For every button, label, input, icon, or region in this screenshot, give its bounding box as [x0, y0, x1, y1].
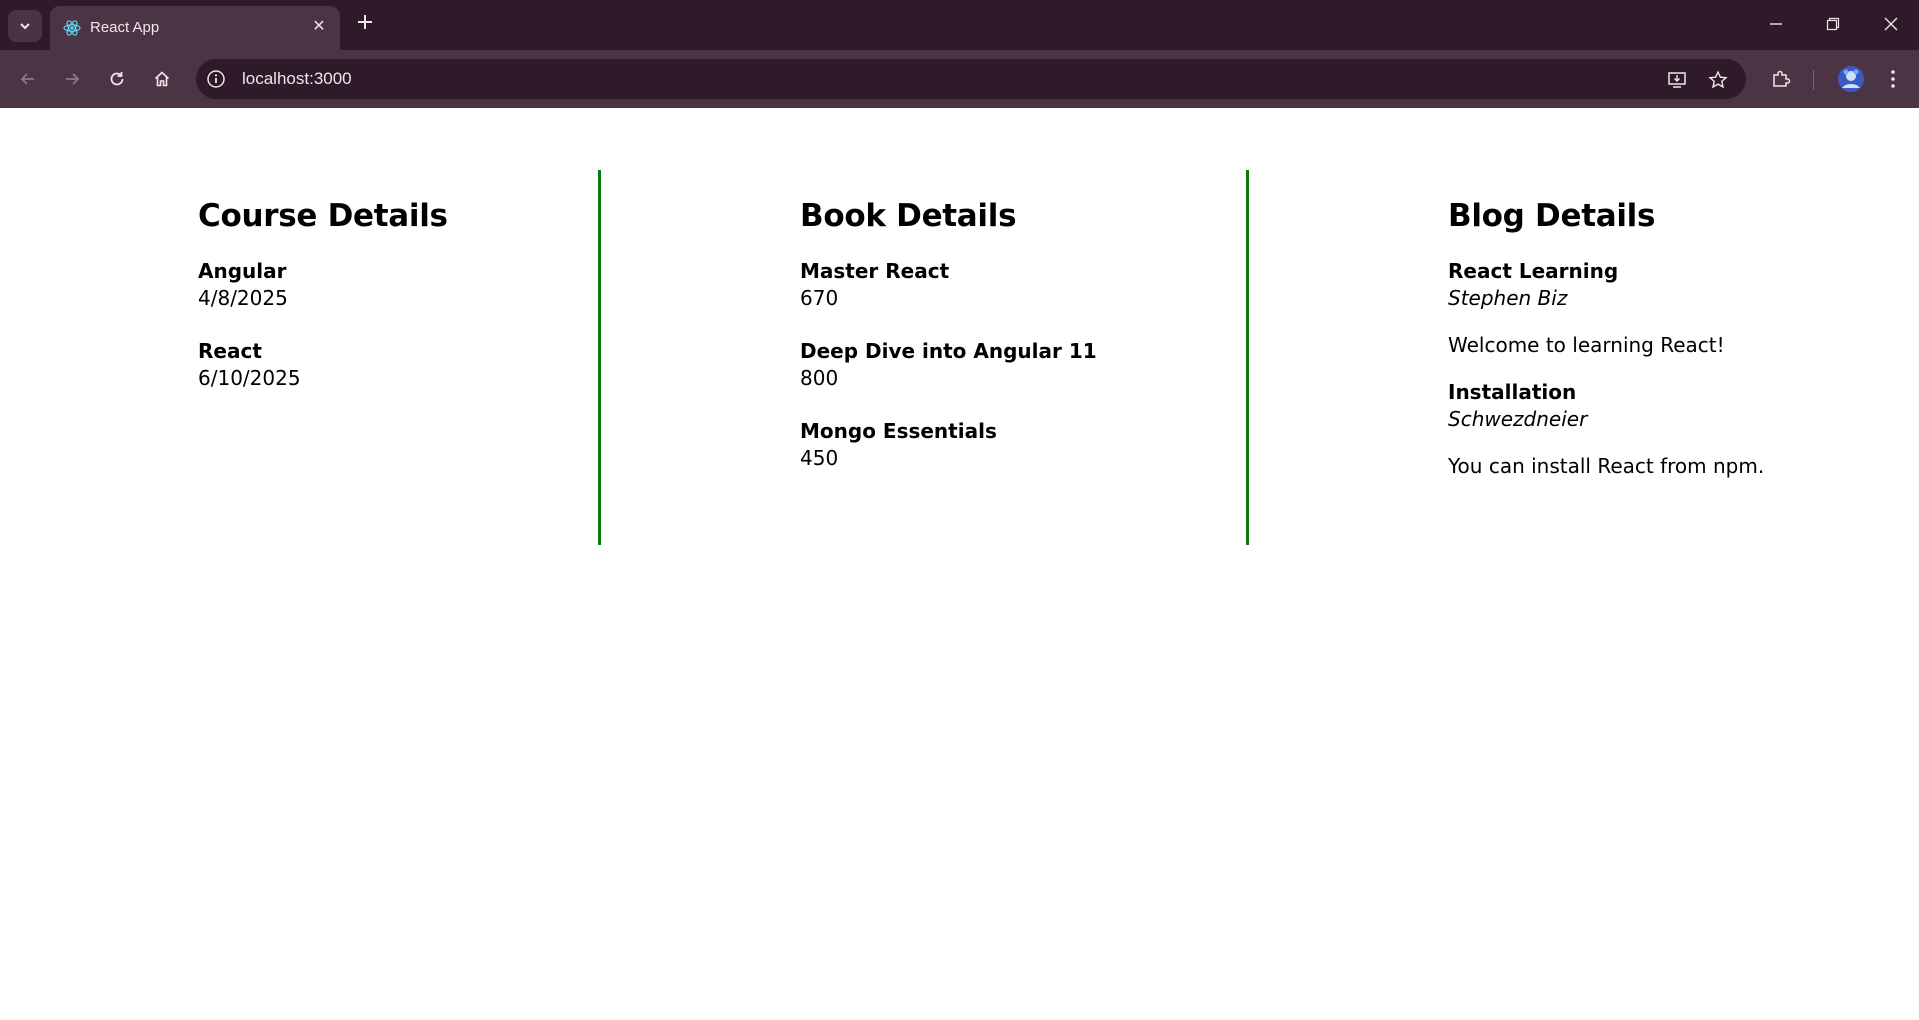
- blog-item: Installation Schwezdneier You can instal…: [1448, 379, 1764, 480]
- course-item: React 6/10/2025: [198, 338, 448, 392]
- plus-icon: [358, 15, 372, 29]
- tab-search-button[interactable]: [8, 10, 42, 42]
- blog-title: React Learning: [1448, 259, 1619, 283]
- blog-author: Stephen Biz: [1448, 286, 1568, 310]
- blog-title: Installation: [1448, 380, 1577, 404]
- blog-item: React Learning Stephen Biz Welcome to le…: [1448, 258, 1764, 359]
- blog-author: Schwezdneier: [1448, 407, 1588, 431]
- blog-content: You can install React from npm.: [1448, 454, 1765, 478]
- reload-button[interactable]: [103, 65, 131, 93]
- course-details-section: Course Details Angular 4/8/2025 React 6/…: [0, 170, 598, 545]
- course-date: 6/10/2025: [198, 366, 301, 390]
- close-icon[interactable]: ✕: [310, 18, 328, 36]
- book-name: Master React: [800, 259, 950, 283]
- url-text[interactable]: localhost:3000: [242, 69, 352, 89]
- tab-title: React App: [90, 19, 160, 36]
- reload-icon: [110, 72, 124, 86]
- browser-tab-bar: React App ✕: [0, 0, 1919, 50]
- home-button[interactable]: [148, 65, 176, 93]
- back-arrow-icon: [20, 73, 34, 85]
- book-name: Deep Dive into Angular 11: [800, 339, 1097, 363]
- restore-button[interactable]: [1821, 12, 1845, 36]
- book-price: 800: [800, 366, 839, 390]
- close-window-button[interactable]: [1879, 12, 1903, 36]
- forward-button[interactable]: [58, 65, 86, 93]
- install-app-icon[interactable]: [1666, 69, 1688, 91]
- chevron-down-icon: [20, 23, 30, 30]
- book-name: Mongo Essentials: [800, 419, 997, 443]
- react-logo-icon: [63, 20, 81, 36]
- toolbar-divider: [1813, 70, 1814, 90]
- home-icon: [154, 71, 170, 87]
- book-details-heading: Book Details: [800, 198, 1017, 234]
- forward-arrow-icon: [66, 73, 80, 85]
- course-name: Angular: [198, 259, 287, 283]
- book-details-section: Book Details Master React 670 Deep Dive …: [598, 170, 1246, 545]
- course-item: Angular 4/8/2025: [198, 258, 448, 312]
- course-details-heading: Course Details: [198, 198, 448, 234]
- kebab-menu-icon[interactable]: [1880, 66, 1906, 92]
- star-icon[interactable]: [1707, 69, 1729, 91]
- puzzle-icon[interactable]: [1768, 66, 1794, 92]
- restore-icon: [1826, 17, 1840, 31]
- blog-content: Welcome to learning React!: [1448, 333, 1725, 357]
- address-bar[interactable]: localhost:3000: [196, 59, 1746, 99]
- browser-toolbar: localhost:3000: [0, 50, 1919, 108]
- avatar[interactable]: [1836, 64, 1866, 94]
- book-price: 450: [800, 446, 839, 470]
- tab-active[interactable]: React App ✕: [50, 6, 340, 50]
- back-button[interactable]: [14, 65, 42, 93]
- minimize-button[interactable]: [1764, 12, 1788, 36]
- blog-details-heading: Blog Details: [1448, 198, 1656, 234]
- blog-details-section: Blog Details React Learning Stephen Biz …: [1246, 170, 1919, 545]
- book-price: 670: [800, 286, 839, 310]
- new-tab-button[interactable]: [352, 12, 378, 38]
- book-item: Mongo Essentials 450: [800, 418, 1097, 472]
- close-icon: [1884, 17, 1898, 31]
- info-icon[interactable]: [206, 69, 226, 89]
- minimize-icon: [1770, 23, 1782, 25]
- course-date: 4/8/2025: [198, 286, 288, 310]
- course-name: React: [198, 339, 262, 363]
- page-content: Course Details Angular 4/8/2025 React 6/…: [0, 108, 1919, 1020]
- book-item: Master React 670: [800, 258, 1097, 312]
- book-item: Deep Dive into Angular 11 800: [800, 338, 1097, 392]
